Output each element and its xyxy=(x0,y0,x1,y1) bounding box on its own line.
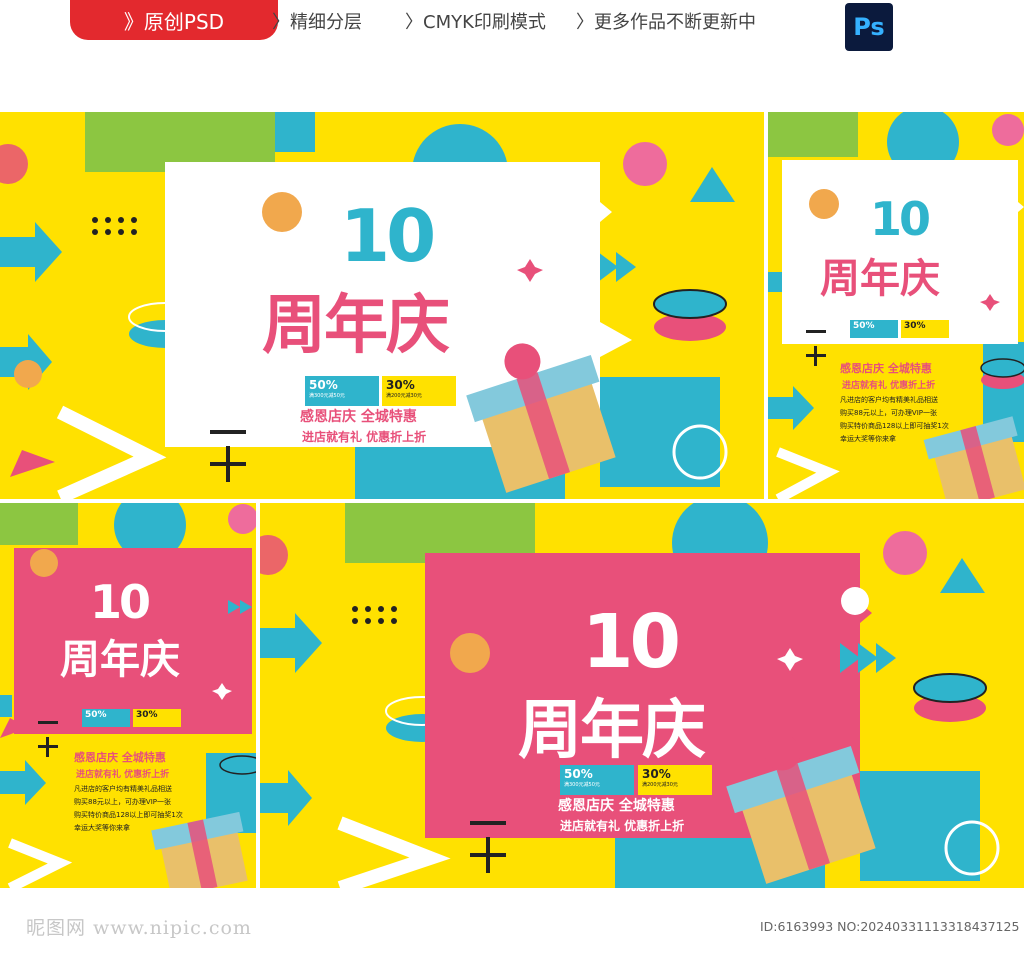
poster-3-number: 10 xyxy=(90,575,151,629)
poster-3-slogan: 感恩店庆 全城特惠 xyxy=(74,751,166,764)
poster-2-badge-50: 50% xyxy=(850,320,898,338)
poster-2-rules: 凡进店的客户均有精美礼品相送 购买88元以上，可办理VIP一张 购买特价商品12… xyxy=(840,394,949,446)
poster-2-subslogan: 进店就有礼 优惠折上折 xyxy=(842,381,936,391)
rule-item: 幸运大奖等你来拿 xyxy=(74,824,130,832)
poster-2-badge-30: 30% xyxy=(901,320,949,338)
poster-panel-1: 10 周年庆 50% 满300元减50元 30% 满200元减30元 感恩店庆 … xyxy=(0,112,764,499)
rule-item: 凡进店的客户均有精美礼品相送 xyxy=(840,396,938,404)
rule-item: 购买特价商品128以上即可抽奖1次 xyxy=(74,811,183,819)
rule-item: 幸运大奖等你来拿 xyxy=(840,435,896,443)
poster-4-badge-50: 50% 满300元减50元 xyxy=(560,765,634,795)
poster-1-badge-30: 30% 满200元减30元 xyxy=(382,376,456,406)
poster-3-title: 周年庆 xyxy=(60,637,180,683)
rule-item: 购买88元以上，可办理VIP一张 xyxy=(840,409,937,417)
poster-2-number: 10 xyxy=(870,192,931,246)
rule-item: 凡进店的客户均有精美礼品相送 xyxy=(74,785,172,793)
nipic-watermark: 昵图网 www.nipic.com xyxy=(26,917,252,939)
top-bar: 》原创PSD 〉精细分层 〉CMYK印刷模式 〉更多作品不断更新中 Ps xyxy=(0,0,1024,51)
poster-1-subslogan: 进店就有礼 优惠折上折 xyxy=(302,430,427,444)
poster-4-slogan: 感恩店庆 全城特惠 xyxy=(558,798,675,814)
crumb-layers: 〉精细分层 xyxy=(272,12,362,33)
image-id-text: ID:6163993 NO:20240331113318437125 xyxy=(760,919,1020,934)
poster-1-slogan: 感恩店庆 全城特惠 xyxy=(300,409,417,425)
poster-4-title: 周年庆 xyxy=(518,694,706,768)
poster-3-badge-50: 50% xyxy=(82,709,130,727)
poster-3-rules: 凡进店的客户均有精美礼品相送 购买88元以上，可办理VIP一张 购买特价商品12… xyxy=(74,783,183,835)
rule-item: 购买特价商品128以上即可抽奖1次 xyxy=(840,422,949,430)
poster-4-number: 10 xyxy=(582,599,681,685)
poster-4-subslogan: 进店就有礼 优惠折上折 xyxy=(560,819,685,833)
poster-panel-3: 10 周年庆 50% 30% 感恩店庆 全城特惠 进店就有礼 优惠折上折 凡进店… xyxy=(0,503,256,888)
poster-1-number: 10 xyxy=(340,194,436,278)
crumb-cmyk: 〉CMYK印刷模式 xyxy=(405,12,546,33)
poster-panel-4: 10 周年庆 50% 满300元减50元 30% 满200元减30元 感恩店庆 … xyxy=(260,503,1024,888)
photoshop-icon: Ps xyxy=(845,3,893,51)
poster-1-title: 周年庆 xyxy=(262,289,450,363)
poster-2-slogan: 感恩店庆 全城特惠 xyxy=(840,362,932,375)
poster-3-badge-30: 30% xyxy=(133,709,181,727)
poster-3-subslogan: 进店就有礼 优惠折上折 xyxy=(76,770,170,780)
original-psd-tab[interactable]: 》原创PSD xyxy=(70,0,278,40)
poster-1-badge-50: 50% 满300元减50元 xyxy=(305,376,379,406)
poster-2-title: 周年庆 xyxy=(820,256,940,302)
rule-item: 购买88元以上，可办理VIP一张 xyxy=(74,798,171,806)
poster-4-badge-30: 30% 满200元减30元 xyxy=(638,765,712,795)
crumb-more: 〉更多作品不断更新中 xyxy=(576,12,756,33)
poster-panel-2: 10 周年庆 50% 30% 感恩店庆 全城特惠 进店就有礼 优惠折上折 凡进店… xyxy=(768,112,1024,499)
